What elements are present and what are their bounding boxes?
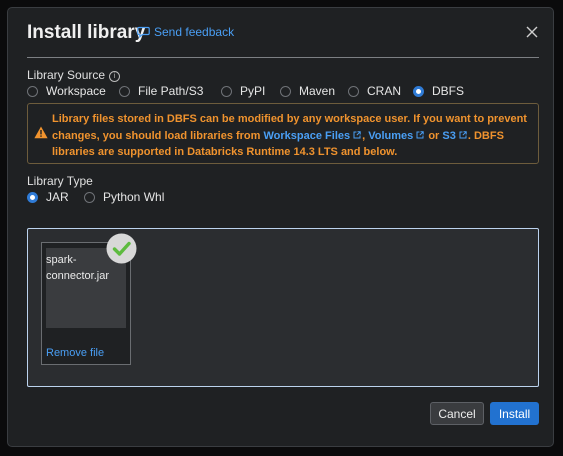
library-source-label: Library Source i bbox=[27, 68, 121, 82]
s3-link[interactable]: S3 bbox=[442, 130, 467, 142]
volumes-link[interactable]: Volumes bbox=[368, 130, 425, 142]
radio-maven[interactable]: Maven bbox=[280, 84, 348, 98]
install-button[interactable]: Install bbox=[490, 402, 539, 425]
chat-bubble-icon bbox=[137, 26, 150, 38]
header-divider bbox=[27, 57, 539, 58]
warning-text: Library files stored in DBFS can be modi… bbox=[52, 113, 527, 158]
check-circle-icon bbox=[106, 233, 137, 264]
send-feedback-label: Send feedback bbox=[154, 25, 235, 39]
workspace-files-link[interactable]: Workspace Files bbox=[264, 130, 363, 142]
radio-workspace[interactable]: Workspace bbox=[27, 84, 119, 98]
remove-file-link[interactable]: Remove file bbox=[46, 347, 104, 359]
radio-dbfs[interactable]: DBFS bbox=[413, 84, 464, 98]
file-name: spark- connector.jar bbox=[46, 254, 109, 282]
radio-pypi[interactable]: PyPI bbox=[221, 84, 280, 98]
library-type-label: Library Type bbox=[27, 174, 93, 188]
install-library-dialog: Install library Send feedback Library So… bbox=[7, 7, 554, 447]
external-link-icon bbox=[416, 130, 424, 138]
file-dropzone[interactable]: spark- connector.jar Remove file bbox=[27, 228, 539, 387]
info-icon[interactable]: i bbox=[109, 71, 121, 82]
external-link-icon bbox=[353, 130, 361, 138]
external-link-icon bbox=[459, 130, 467, 138]
radio-jar[interactable]: JAR bbox=[27, 190, 84, 204]
cancel-button[interactable]: Cancel bbox=[430, 402, 484, 425]
library-source-radio-group: Workspace File Path/S3 PyPI Maven CRAN D… bbox=[27, 84, 464, 98]
library-type-radio-group: JAR Python Whl bbox=[27, 190, 164, 204]
close-icon[interactable] bbox=[525, 25, 539, 39]
radio-python-whl[interactable]: Python Whl bbox=[84, 190, 164, 204]
warning-triangle-icon bbox=[34, 126, 48, 139]
dialog-title: Install library bbox=[27, 22, 146, 43]
send-feedback-link[interactable]: Send feedback bbox=[137, 25, 234, 39]
dbfs-warning-banner: Library files stored in DBFS can be modi… bbox=[27, 103, 539, 164]
radio-file-path-s3[interactable]: File Path/S3 bbox=[119, 84, 221, 98]
radio-cran[interactable]: CRAN bbox=[348, 84, 413, 98]
